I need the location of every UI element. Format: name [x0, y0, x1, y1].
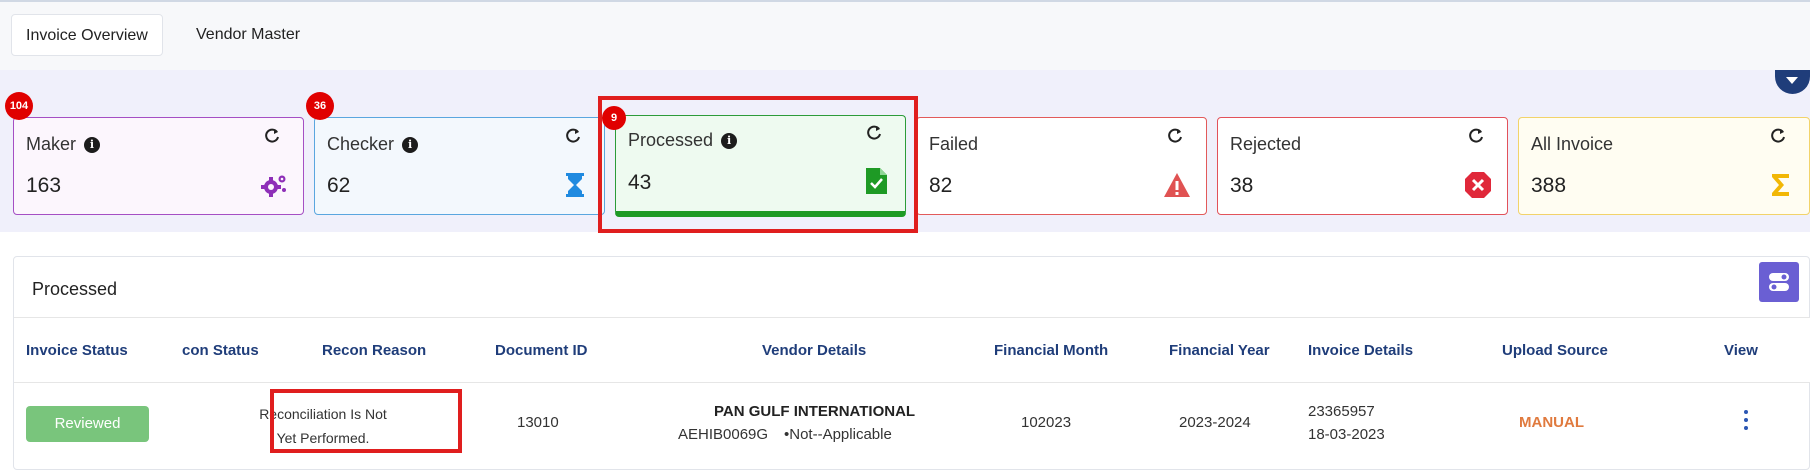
failed-count: 82: [929, 174, 953, 197]
upload-source: MANUAL: [1519, 414, 1584, 431]
document-id: 13010: [517, 414, 559, 431]
financial-month: 102023: [1021, 414, 1072, 431]
maker-card[interactable]: Maker i 163: [13, 117, 304, 215]
col-financial-month[interactable]: Financial Month: [994, 318, 1108, 384]
recon-reason-line2: Yet Performed.: [276, 430, 370, 446]
info-icon[interactable]: i: [84, 136, 101, 153]
processed-count: 43: [628, 171, 652, 194]
rejected-count: 38: [1230, 174, 1254, 197]
maker-count: 163: [26, 174, 62, 197]
recon-reason-cell: Reconciliation Is Not Yet Performed.: [238, 402, 408, 450]
refresh-icon[interactable]: [263, 127, 281, 145]
toggle-icon: [1769, 273, 1789, 291]
refresh-icon[interactable]: [1769, 127, 1787, 145]
processed-label: Processed: [628, 130, 714, 150]
financial-year: 2023-2024: [1179, 414, 1251, 431]
warning-icon: [1164, 173, 1190, 197]
tabs-bar: Invoice Overview Vendor Master: [0, 2, 1810, 70]
hourglass-icon: [566, 173, 584, 197]
checker-badge: 36: [306, 92, 334, 120]
tab-vendor-master[interactable]: Vendor Master: [182, 14, 314, 56]
maker-badge: 104: [5, 92, 33, 120]
column-toggle-button[interactable]: [1759, 262, 1799, 302]
processed-badge: 9: [602, 106, 626, 130]
invoice-date: 18-03-2023: [1308, 426, 1385, 443]
all-invoice-label: All Invoice: [1531, 134, 1614, 154]
col-upload-source[interactable]: Upload Source: [1502, 318, 1608, 384]
vendor-extra: •Not--Applicable: [784, 426, 892, 443]
x-circle-icon: [1465, 172, 1491, 198]
col-vendor-details[interactable]: Vendor Details: [762, 318, 866, 384]
col-financial-year[interactable]: Financial Year: [1169, 318, 1270, 384]
more-options-icon[interactable]: [1741, 408, 1751, 434]
col-invoice-details[interactable]: Invoice Details: [1308, 318, 1413, 384]
panel-title: Processed: [32, 279, 118, 299]
col-recon-status[interactable]: con Status: [182, 318, 259, 384]
vendor-code: AEHIB0069G: [678, 426, 769, 443]
col-view[interactable]: View: [1724, 318, 1758, 384]
invoice-status-badge[interactable]: Reviewed: [26, 406, 149, 442]
processed-panel: Processed Invoice Status con Status Reco…: [13, 256, 1810, 470]
all-invoice-count: 388: [1531, 174, 1567, 197]
col-invoice-status[interactable]: Invoice Status: [26, 318, 128, 384]
processed-card[interactable]: Processed i 43: [615, 115, 906, 217]
refresh-icon[interactable]: [1166, 127, 1184, 145]
chevron-down-icon: [1786, 77, 1798, 84]
gears-icon: [261, 175, 286, 197]
info-icon[interactable]: i: [721, 132, 738, 149]
failed-label: Failed: [929, 134, 979, 154]
checker-count: 62: [327, 174, 351, 197]
file-check-icon: [866, 168, 887, 194]
recon-reason-line1: Reconciliation Is Not: [259, 406, 387, 422]
table-row: Reviewed Reconciliation Is Not Yet Perfo…: [14, 384, 1810, 471]
all-invoice-card[interactable]: All Invoice 388: [1518, 117, 1810, 215]
rejected-label: Rejected: [1230, 134, 1302, 154]
sigma-icon: [1772, 174, 1789, 196]
col-document-id[interactable]: Document ID: [495, 318, 588, 384]
refresh-icon[interactable]: [564, 127, 582, 145]
info-icon[interactable]: i: [402, 136, 419, 153]
failed-card[interactable]: Failed 82: [916, 117, 1207, 215]
invoice-number: 23365957: [1308, 403, 1375, 420]
refresh-icon[interactable]: [865, 124, 883, 142]
rejected-card[interactable]: Rejected 38: [1217, 117, 1508, 215]
table-header: Invoice Status con Status Recon Reason D…: [14, 317, 1810, 383]
tab-invoice-overview[interactable]: Invoice Overview: [11, 14, 163, 56]
vendor-name: PAN GULF INTERNATIONAL: [714, 403, 916, 420]
checker-label: Checker: [327, 134, 395, 154]
col-recon-reason[interactable]: Recon Reason: [322, 318, 426, 384]
maker-label: Maker: [26, 134, 77, 154]
checker-card[interactable]: Checker i 62: [314, 117, 605, 215]
refresh-icon[interactable]: [1467, 127, 1485, 145]
